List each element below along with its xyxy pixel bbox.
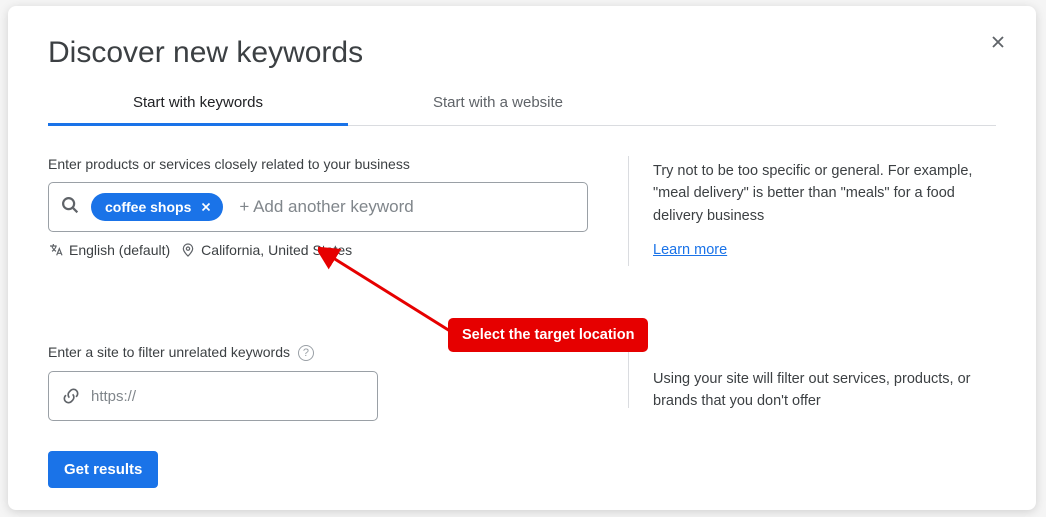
discover-keywords-panel: Discover new keywords Start with keyword… <box>8 6 1036 510</box>
keyword-left: Enter products or services closely relat… <box>48 156 588 266</box>
keyword-row: Enter products or services closely relat… <box>48 156 996 266</box>
help-icon[interactable]: ? <box>298 345 314 361</box>
close-button[interactable] <box>980 24 1016 60</box>
filter-label: Enter a site to filter unrelated keyword… <box>48 344 290 360</box>
chip-text: coffee shops <box>105 199 191 215</box>
translate-icon <box>48 242 64 258</box>
keyword-chip: coffee shops <box>91 193 223 221</box>
keyword-input-box[interactable]: coffee shops <box>48 182 588 232</box>
url-input[interactable] <box>91 388 365 405</box>
close-icon <box>199 200 213 214</box>
page-title: Discover new keywords <box>48 36 996 70</box>
filter-row: Enter a site to filter unrelated keyword… <box>48 344 996 421</box>
filter-left: Enter a site to filter unrelated keyword… <box>48 344 588 421</box>
tab-bar: Start with keywords Start with a website <box>48 82 996 126</box>
search-icon <box>59 194 81 221</box>
location-text: California, United States <box>201 242 352 258</box>
chip-remove-button[interactable] <box>197 198 215 216</box>
tip-text: Try not to be too specific or general. F… <box>653 160 996 227</box>
keyword-tip: Try not to be too specific or general. F… <box>628 156 996 266</box>
filter-tip: Using your site will filter out services… <box>628 338 996 408</box>
location-icon <box>180 242 196 258</box>
keyword-label: Enter products or services closely relat… <box>48 156 588 172</box>
tab-start-keywords[interactable]: Start with keywords <box>48 82 348 126</box>
filter-tip-text: Using your site will filter out services… <box>653 368 996 413</box>
meta-row: English (default) California, United Sta… <box>48 242 588 258</box>
keyword-input[interactable] <box>233 197 577 217</box>
location-selector[interactable]: California, United States <box>180 242 352 258</box>
language-text: English (default) <box>69 242 170 258</box>
tab-start-website[interactable]: Start with a website <box>348 82 648 126</box>
url-input-box[interactable] <box>48 371 378 421</box>
learn-more-link[interactable]: Learn more <box>653 239 727 261</box>
get-results-button[interactable]: Get results <box>48 451 158 488</box>
language-selector[interactable]: English (default) <box>48 242 170 258</box>
annotation-callout: Select the target location <box>448 318 648 352</box>
link-icon <box>61 386 81 406</box>
close-icon <box>988 32 1008 52</box>
